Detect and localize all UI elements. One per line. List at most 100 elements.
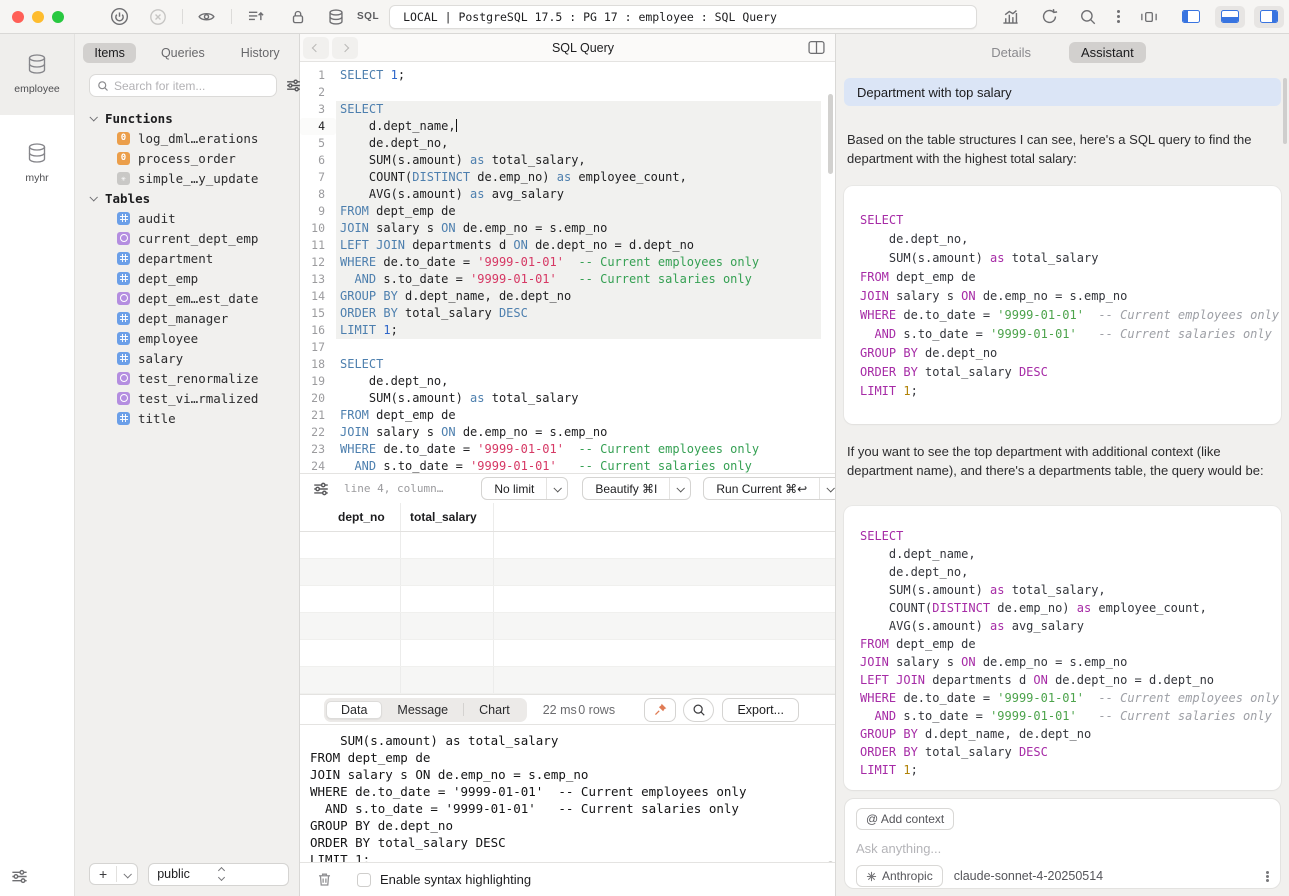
editor-scrollbar[interactable] bbox=[828, 94, 833, 174]
assistant-code-block-2[interactable]: SELECT d.dept_name, de.dept_no, SUM(s.am… bbox=[844, 506, 1281, 790]
sidebar-item-simple_…y_update[interactable]: ✳simple_…y_update bbox=[75, 168, 299, 188]
tab-items[interactable]: Items bbox=[83, 43, 136, 63]
anthropic-logo-icon bbox=[866, 871, 877, 882]
editor-line-9: 9FROM dept_emp de bbox=[300, 203, 835, 220]
table-row[interactable] bbox=[300, 586, 835, 613]
sliders-icon[interactable] bbox=[312, 480, 330, 498]
table-icon bbox=[117, 252, 130, 265]
conversation-title[interactable]: Department with top salary bbox=[844, 78, 1281, 106]
assistant-code-block-1[interactable]: SELECT de.dept_no, SUM(s.amount) as tota… bbox=[844, 186, 1281, 424]
run-current-button[interactable]: Run Current ⌘↩ bbox=[703, 477, 841, 500]
back-button[interactable] bbox=[303, 37, 329, 59]
sidebar-item-audit[interactable]: audit bbox=[75, 208, 299, 228]
tab-history[interactable]: History bbox=[230, 43, 291, 63]
editor-line-15: 15ORDER BY total_salary DESC bbox=[300, 305, 835, 322]
search-input[interactable] bbox=[114, 79, 269, 93]
close-circle-icon[interactable] bbox=[149, 8, 167, 26]
database-icon[interactable] bbox=[327, 8, 345, 26]
view-icon bbox=[117, 372, 130, 385]
chevron-down-icon[interactable] bbox=[546, 478, 567, 499]
add-item-button[interactable]: + bbox=[89, 863, 138, 885]
add-context-button[interactable]: @ Add context bbox=[856, 808, 954, 830]
more-icon[interactable] bbox=[1117, 15, 1120, 18]
sidebar-item-employee[interactable]: employee bbox=[75, 328, 299, 348]
table-row[interactable] bbox=[300, 613, 835, 640]
table-icon bbox=[117, 352, 130, 365]
table-row[interactable] bbox=[300, 640, 835, 667]
close-window-button[interactable] bbox=[12, 11, 24, 23]
sidebar-item-salary[interactable]: salary bbox=[75, 348, 299, 368]
sidebar-item-department[interactable]: department bbox=[75, 248, 299, 268]
lock-icon[interactable] bbox=[289, 8, 307, 26]
editor-line-8: 8 AVG(s.amount) as avg_salary bbox=[300, 186, 835, 203]
tab-message[interactable]: Message bbox=[382, 701, 463, 719]
trash-icon[interactable] bbox=[316, 871, 333, 888]
zoom-window-button[interactable] bbox=[52, 11, 64, 23]
assistant-paragraph: Based on the table structures I can see,… bbox=[847, 130, 1275, 168]
eye-icon[interactable] bbox=[197, 7, 216, 26]
sliders-icon[interactable] bbox=[10, 867, 29, 886]
export-button[interactable]: Export... bbox=[722, 698, 799, 722]
sidebar-item-process_order[interactable]: 0process_order bbox=[75, 148, 299, 168]
ask-input[interactable] bbox=[856, 841, 1269, 856]
limit-dropdown[interactable]: No limit bbox=[481, 477, 568, 500]
layout-right-icon[interactable] bbox=[1254, 6, 1284, 28]
pin-result-button[interactable] bbox=[644, 698, 676, 722]
layout-bottom-icon[interactable] bbox=[1215, 6, 1245, 28]
sidebar-item-title[interactable]: title bbox=[75, 408, 299, 428]
table-row[interactable] bbox=[300, 532, 835, 559]
connection-myhr[interactable]: myhr bbox=[0, 115, 74, 205]
message-panel[interactable]: SUM(s.amount) as total_salaryFROM dept_e… bbox=[300, 725, 835, 862]
item-search-field[interactable] bbox=[89, 74, 277, 97]
tab-bar-icon[interactable] bbox=[1138, 8, 1160, 26]
tab-details[interactable]: Details bbox=[979, 42, 1043, 63]
table-row[interactable] bbox=[300, 667, 835, 694]
editor-line-3: 3SELECT bbox=[300, 101, 835, 118]
plus-icon: + bbox=[90, 866, 117, 882]
sidebar-item-current_dept_emp[interactable]: current_dept_emp bbox=[75, 228, 299, 248]
power-connect-icon[interactable] bbox=[110, 7, 129, 26]
sidebar-item-dept_emp[interactable]: dept_emp bbox=[75, 268, 299, 288]
layout-left-icon[interactable] bbox=[1176, 6, 1206, 28]
reload-icon[interactable] bbox=[1040, 7, 1059, 26]
model-name: claude-sonnet-4-20250514 bbox=[954, 869, 1266, 883]
tab-assistant[interactable]: Assistant bbox=[1069, 42, 1146, 63]
tree-section-functions[interactable]: Functions bbox=[75, 108, 299, 128]
tab-data[interactable]: Data bbox=[326, 701, 382, 719]
sidebar-item-dept_manager[interactable]: dept_manager bbox=[75, 308, 299, 328]
schema-value: public bbox=[157, 867, 218, 881]
split-editor-icon[interactable] bbox=[808, 40, 825, 55]
right-panel-scrollbar[interactable] bbox=[1283, 78, 1287, 144]
chevron-down-icon[interactable] bbox=[669, 478, 690, 499]
forward-button[interactable] bbox=[332, 37, 358, 59]
minimize-window-button[interactable] bbox=[32, 11, 44, 23]
editor-line-16: 16LIMIT 1; bbox=[300, 322, 835, 339]
provider-chip[interactable]: Anthropic bbox=[856, 865, 943, 887]
beautify-button[interactable]: Beautify ⌘I bbox=[582, 477, 691, 500]
pin-icon bbox=[653, 702, 668, 717]
connection-employee[interactable]: employee bbox=[0, 34, 74, 115]
chevron-down-icon[interactable] bbox=[117, 865, 137, 883]
tree-section-tables[interactable]: Tables bbox=[75, 188, 299, 208]
search-results-button[interactable] bbox=[683, 698, 714, 722]
sidebar-item-test_vi…rmalized[interactable]: test_vi…rmalized bbox=[75, 388, 299, 408]
column-header-total_salary[interactable]: total_salary bbox=[401, 503, 494, 531]
tab-queries[interactable]: Queries bbox=[150, 43, 216, 63]
search-icon[interactable] bbox=[1079, 8, 1097, 26]
sidebar-item-dept_em…est_date[interactable]: dept_em…est_date bbox=[75, 288, 299, 308]
tab-chart[interactable]: Chart bbox=[464, 701, 525, 719]
table-icon bbox=[117, 312, 130, 325]
pending-changes-icon[interactable] bbox=[246, 7, 265, 26]
schema-select[interactable]: public bbox=[148, 863, 289, 886]
table-row[interactable] bbox=[300, 559, 835, 586]
more-icon[interactable] bbox=[1266, 875, 1269, 878]
connection-label: myhr bbox=[25, 172, 48, 184]
syntax-highlight-checkbox[interactable] bbox=[357, 873, 371, 887]
toolbar-divider bbox=[182, 9, 183, 24]
chart-icon[interactable] bbox=[1001, 7, 1020, 26]
sidebar-item-test_renormalize[interactable]: test_renormalize bbox=[75, 368, 299, 388]
connection-title-field[interactable]: LOCAL | PostgreSQL 17.5 : PG 17 : employ… bbox=[389, 5, 977, 29]
column-header-dept_no[interactable]: dept_no bbox=[329, 503, 401, 531]
sidebar-item-log_dml…erations[interactable]: 0log_dml…erations bbox=[75, 128, 299, 148]
sql-editor[interactable]: 1SELECT 1;2 3SELECT4 d.dept_name,5 de.de… bbox=[300, 62, 835, 473]
